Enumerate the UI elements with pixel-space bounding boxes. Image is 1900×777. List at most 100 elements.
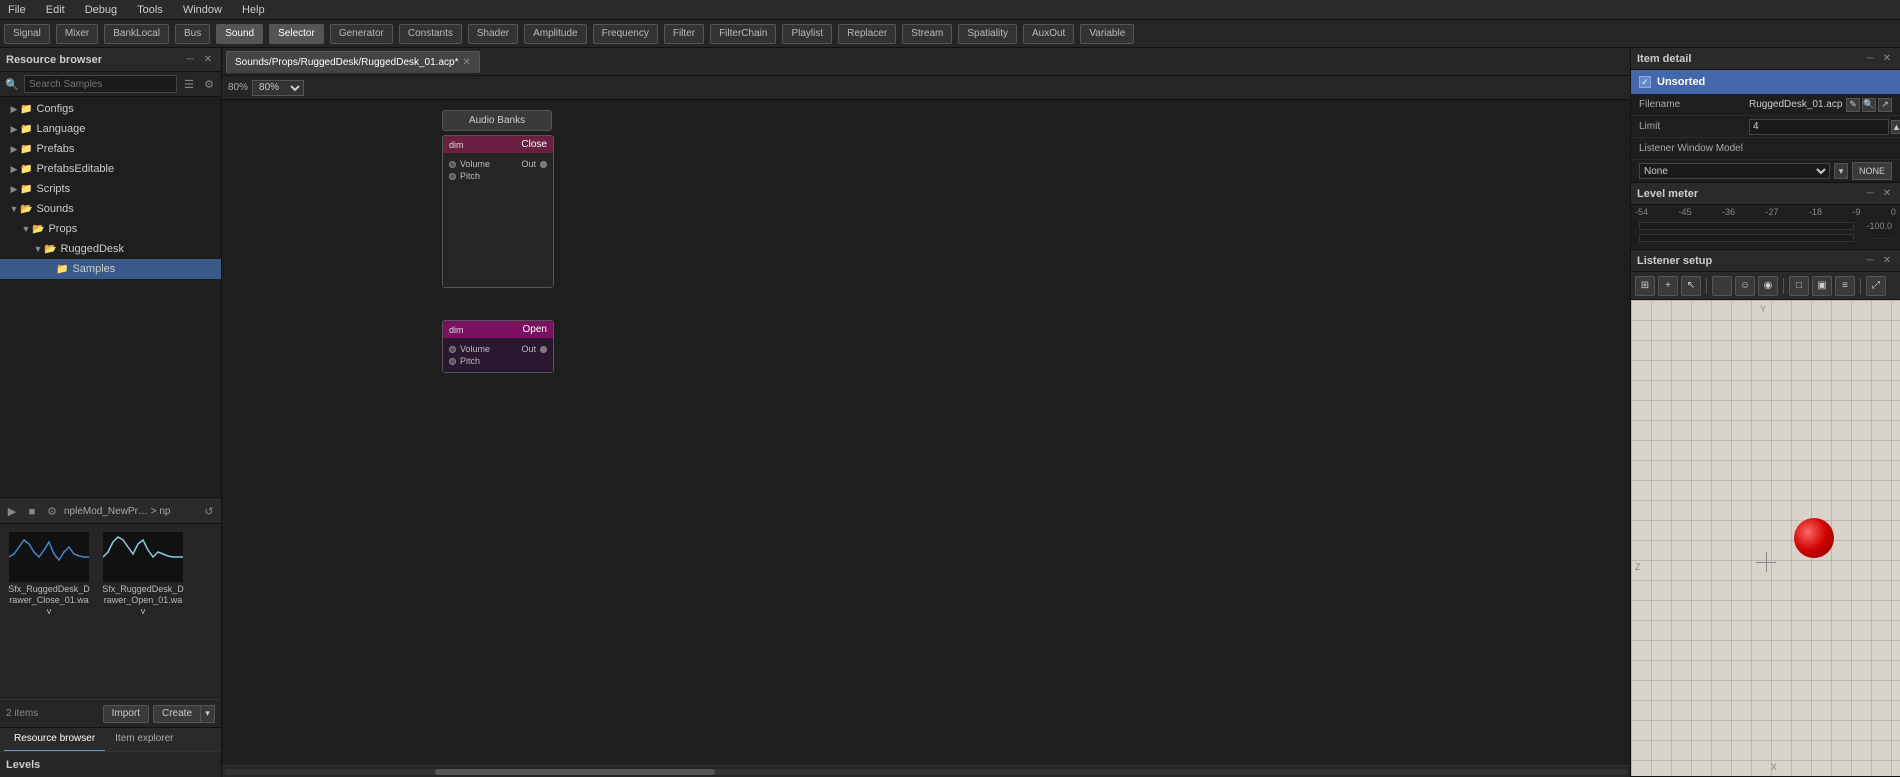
tree-label: Prefabs	[36, 143, 74, 155]
none-arrow-btn[interactable]: ▾	[1834, 163, 1848, 179]
tab-frequency[interactable]: Frequency	[593, 24, 658, 44]
lt-face-btn[interactable]: ☺	[1735, 276, 1755, 296]
menu-tools[interactable]: Tools	[133, 4, 167, 16]
tab-selector[interactable]: Selector	[269, 24, 324, 44]
search-icon[interactable]: 🔍	[4, 76, 20, 92]
filename-arrow-btn[interactable]: ↗	[1878, 98, 1892, 112]
tab-banklocal[interactable]: BankLocal	[104, 24, 169, 44]
tab-generator[interactable]: Generator	[330, 24, 393, 44]
center-tab-main[interactable]: Sounds/Props/RuggedDesk/RuggedDesk_01.ac…	[226, 51, 480, 73]
filename-edit-btn[interactable]: ✎	[1846, 98, 1860, 112]
listener-setup-minimize[interactable]: ─	[1863, 254, 1877, 268]
create-arrow-btn[interactable]: ▾	[201, 705, 215, 723]
listener-ball[interactable]	[1794, 518, 1834, 558]
tab-amplitude[interactable]: Amplitude	[524, 24, 586, 44]
limit-input[interactable]	[1749, 119, 1889, 135]
center-scrollbar[interactable]	[222, 765, 1630, 777]
canvas-area[interactable]: Audio Banks dim Close Volume Out	[222, 100, 1630, 765]
tree-item-ruggeddesk[interactable]: ▼ 📂 RuggedDesk	[0, 239, 221, 259]
import-button[interactable]: Import	[103, 705, 149, 723]
node-out-port[interactable]: Out	[521, 159, 547, 169]
menu-file[interactable]: File	[4, 4, 30, 16]
tree-item-configs[interactable]: ▶ 📁 Configs	[0, 99, 221, 119]
tree-item-language[interactable]: ▶ 📁 Language	[0, 119, 221, 139]
node-open-pitch-port[interactable]: Pitch	[449, 356, 480, 366]
thumb-item-open[interactable]: Sfx_RuggedDesk_Drawer_Open_01.wav	[98, 528, 188, 695]
level-meter-minimize[interactable]: ─	[1863, 187, 1877, 201]
lt-box1-btn[interactable]: □	[1789, 276, 1809, 296]
tree-item-props[interactable]: ▼ 📂 Props	[0, 219, 221, 239]
tab-sound[interactable]: Sound	[216, 24, 263, 44]
node-pitch-port[interactable]: Pitch	[449, 171, 480, 181]
menu-help[interactable]: Help	[238, 4, 269, 16]
level-meter-close[interactable]: ✕	[1880, 187, 1894, 201]
node-open-volume-port[interactable]: Volume	[449, 344, 490, 354]
lt-lines-btn[interactable]: ≡	[1835, 276, 1855, 296]
menu-window[interactable]: Window	[179, 4, 226, 16]
tab-mixer[interactable]: Mixer	[56, 24, 98, 44]
tab-spatiality[interactable]: Spatiality	[958, 24, 1017, 44]
listener-viewport[interactable]: X Y Z	[1631, 300, 1900, 776]
thumb-item-close[interactable]: Sfx_RuggedDesk_Drawer_Close_01.wav	[4, 528, 94, 695]
tab-filterchain[interactable]: FilterChain	[710, 24, 776, 44]
scale-minus36: -36	[1722, 207, 1735, 217]
btab-resource-browser[interactable]: Resource browser	[4, 728, 105, 752]
node-close[interactable]: dim Close Volume Out	[442, 135, 554, 288]
lt-grid-btn[interactable]: ⊞	[1635, 276, 1655, 296]
play-btn[interactable]: ▶	[4, 504, 20, 520]
unsorted-row[interactable]: ✓ Unsorted	[1631, 70, 1900, 94]
tab-shader[interactable]: Shader	[468, 24, 518, 44]
none-select[interactable]: None	[1639, 163, 1830, 179]
limit-up-btn[interactable]: ▲	[1891, 120, 1900, 134]
scrollbar-thumb[interactable]	[435, 769, 716, 775]
tab-constants[interactable]: Constants	[399, 24, 462, 44]
refresh-btn[interactable]: ↺	[201, 504, 217, 520]
folder-icon: 📁	[20, 104, 32, 115]
open-volume-port-dot	[449, 346, 456, 353]
tab-playlist[interactable]: Playlist	[782, 24, 832, 44]
lt-plus-btn[interactable]: +	[1658, 276, 1678, 296]
tab-stream[interactable]: Stream	[902, 24, 952, 44]
zoom-select[interactable]: 80% 100% 150%	[252, 80, 304, 96]
item-detail-minimize[interactable]: ─	[1863, 52, 1877, 66]
level-meter-header: Level meter ─ ✕	[1631, 183, 1900, 205]
tab-bus[interactable]: Bus	[175, 24, 210, 44]
menu-debug[interactable]: Debug	[81, 4, 121, 16]
menu-edit[interactable]: Edit	[42, 4, 69, 16]
folder-icon: 📂	[32, 224, 44, 235]
tree-item-prefabs[interactable]: ▶ 📁 Prefabs	[0, 139, 221, 159]
node-open[interactable]: dim Open Volume Out	[442, 320, 554, 373]
settings-btn[interactable]: ⚙	[44, 504, 60, 520]
tab-auxout[interactable]: AuxOut	[1023, 24, 1074, 44]
lt-eye-btn[interactable]: ◉	[1758, 276, 1778, 296]
btab-item-explorer[interactable]: Item explorer	[105, 728, 183, 752]
stop-btn[interactable]: ■	[24, 504, 40, 520]
tree-item-prefabseditable[interactable]: ▶ 📁 PrefabsEditable	[0, 159, 221, 179]
create-button[interactable]: Create	[153, 705, 201, 723]
node-open-out-port[interactable]: Out	[521, 344, 547, 354]
center-tab-close[interactable]: ✕	[462, 57, 470, 68]
minimize-btn[interactable]: ─	[183, 53, 197, 67]
lt-blank-btn[interactable]	[1712, 276, 1732, 296]
tree-item-scripts[interactable]: ▶ 📁 Scripts	[0, 179, 221, 199]
settings-icon[interactable]: ⚙	[201, 76, 217, 92]
node-volume-port[interactable]: Volume	[449, 159, 490, 169]
lt-expand-btn[interactable]: ⤢	[1866, 276, 1886, 296]
tree-item-sounds[interactable]: ▼ 📂 Sounds	[0, 199, 221, 219]
filename-search-btn[interactable]: 🔍	[1862, 98, 1876, 112]
filter-icon[interactable]: ☰	[181, 76, 197, 92]
item-detail-close[interactable]: ✕	[1880, 52, 1894, 66]
unsorted-check[interactable]: ✓	[1639, 76, 1651, 88]
search-input[interactable]	[24, 75, 177, 93]
listener-setup-close[interactable]: ✕	[1880, 254, 1894, 268]
none-action-btn[interactable]: NONE	[1852, 162, 1892, 180]
tab-signal[interactable]: Signal	[4, 24, 50, 44]
lt-box2-btn[interactable]: ▣	[1812, 276, 1832, 296]
close-btn[interactable]: ✕	[201, 53, 215, 67]
tree-item-samples[interactable]: 📁 Samples	[0, 259, 221, 279]
tab-variable[interactable]: Variable	[1080, 24, 1134, 44]
lt-cursor-btn[interactable]: ↖	[1681, 276, 1701, 296]
tab-filter[interactable]: Filter	[664, 24, 704, 44]
scrollbar-track[interactable]	[224, 769, 1628, 775]
tab-replacer[interactable]: Replacer	[838, 24, 896, 44]
